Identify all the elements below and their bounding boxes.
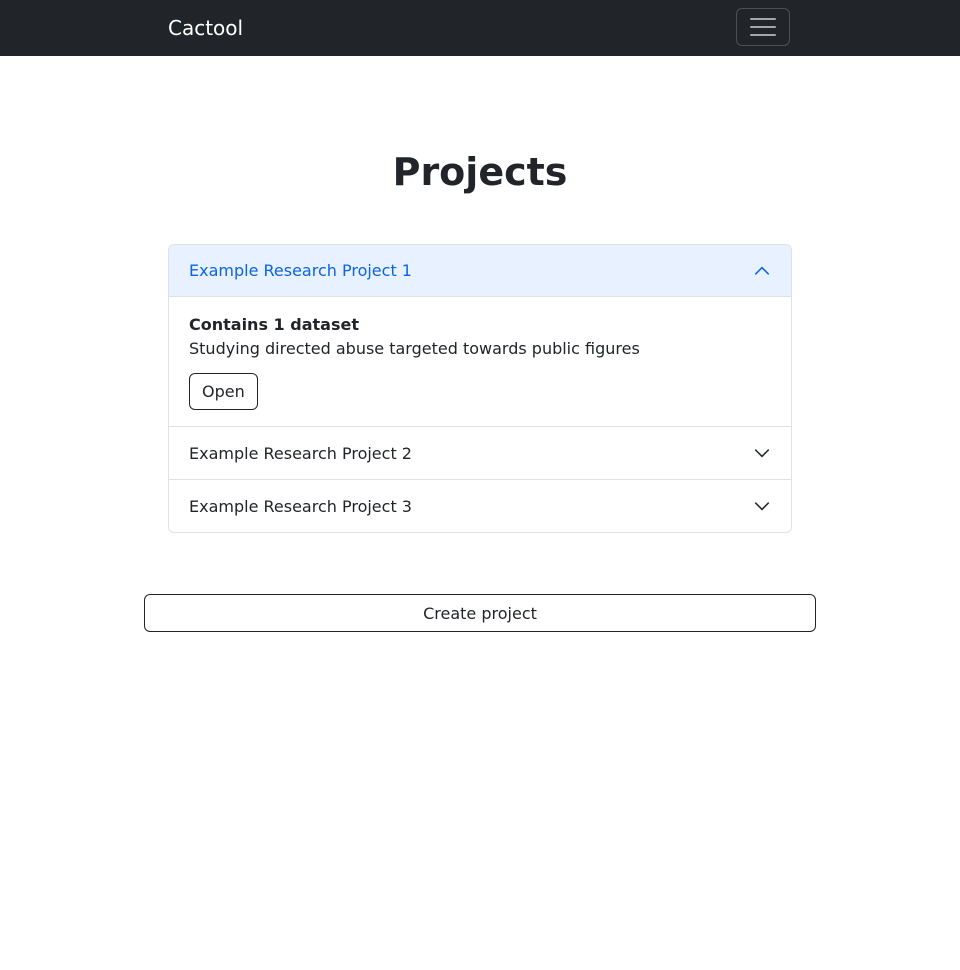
accordion-item-project-1: Example Research Project 1 Contains 1 da… (169, 245, 791, 426)
accordion-item-project-3: Example Research Project 3 (169, 479, 791, 532)
project-title: Example Research Project 3 (189, 496, 412, 516)
chevron-down-icon (754, 502, 770, 511)
brand-link[interactable]: Cactool (168, 0, 243, 56)
project-title: Example Research Project 2 (189, 443, 412, 463)
create-project-button[interactable]: Create project (144, 594, 816, 632)
project-description: Studying directed abuse targeted towards… (189, 339, 640, 358)
accordion-header-project-1[interactable]: Example Research Project 1 (169, 245, 791, 297)
dataset-count: Contains 1 dataset (189, 315, 359, 334)
projects-accordion: Example Research Project 1 Contains 1 da… (168, 244, 792, 533)
accordion-item-project-2: Example Research Project 2 (169, 426, 791, 479)
chevron-up-icon (754, 266, 770, 275)
page-title: Projects (392, 150, 568, 194)
accordion-header-project-3[interactable]: Example Research Project 3 (169, 480, 791, 532)
project-title: Example Research Project 1 (189, 261, 412, 280)
chevron-down-icon (754, 449, 770, 458)
hamburger-menu-icon-bar (750, 26, 776, 28)
accordion-body-project-1: Contains 1 dataset Studying directed abu… (169, 297, 791, 426)
hamburger-menu-icon-bar (750, 34, 776, 36)
navbar: Cactool (0, 0, 960, 56)
hamburger-menu-icon (750, 18, 776, 20)
open-project-button[interactable]: Open (189, 373, 258, 410)
navbar-toggler-button[interactable] (736, 8, 790, 46)
accordion-header-project-2[interactable]: Example Research Project 2 (169, 427, 791, 479)
